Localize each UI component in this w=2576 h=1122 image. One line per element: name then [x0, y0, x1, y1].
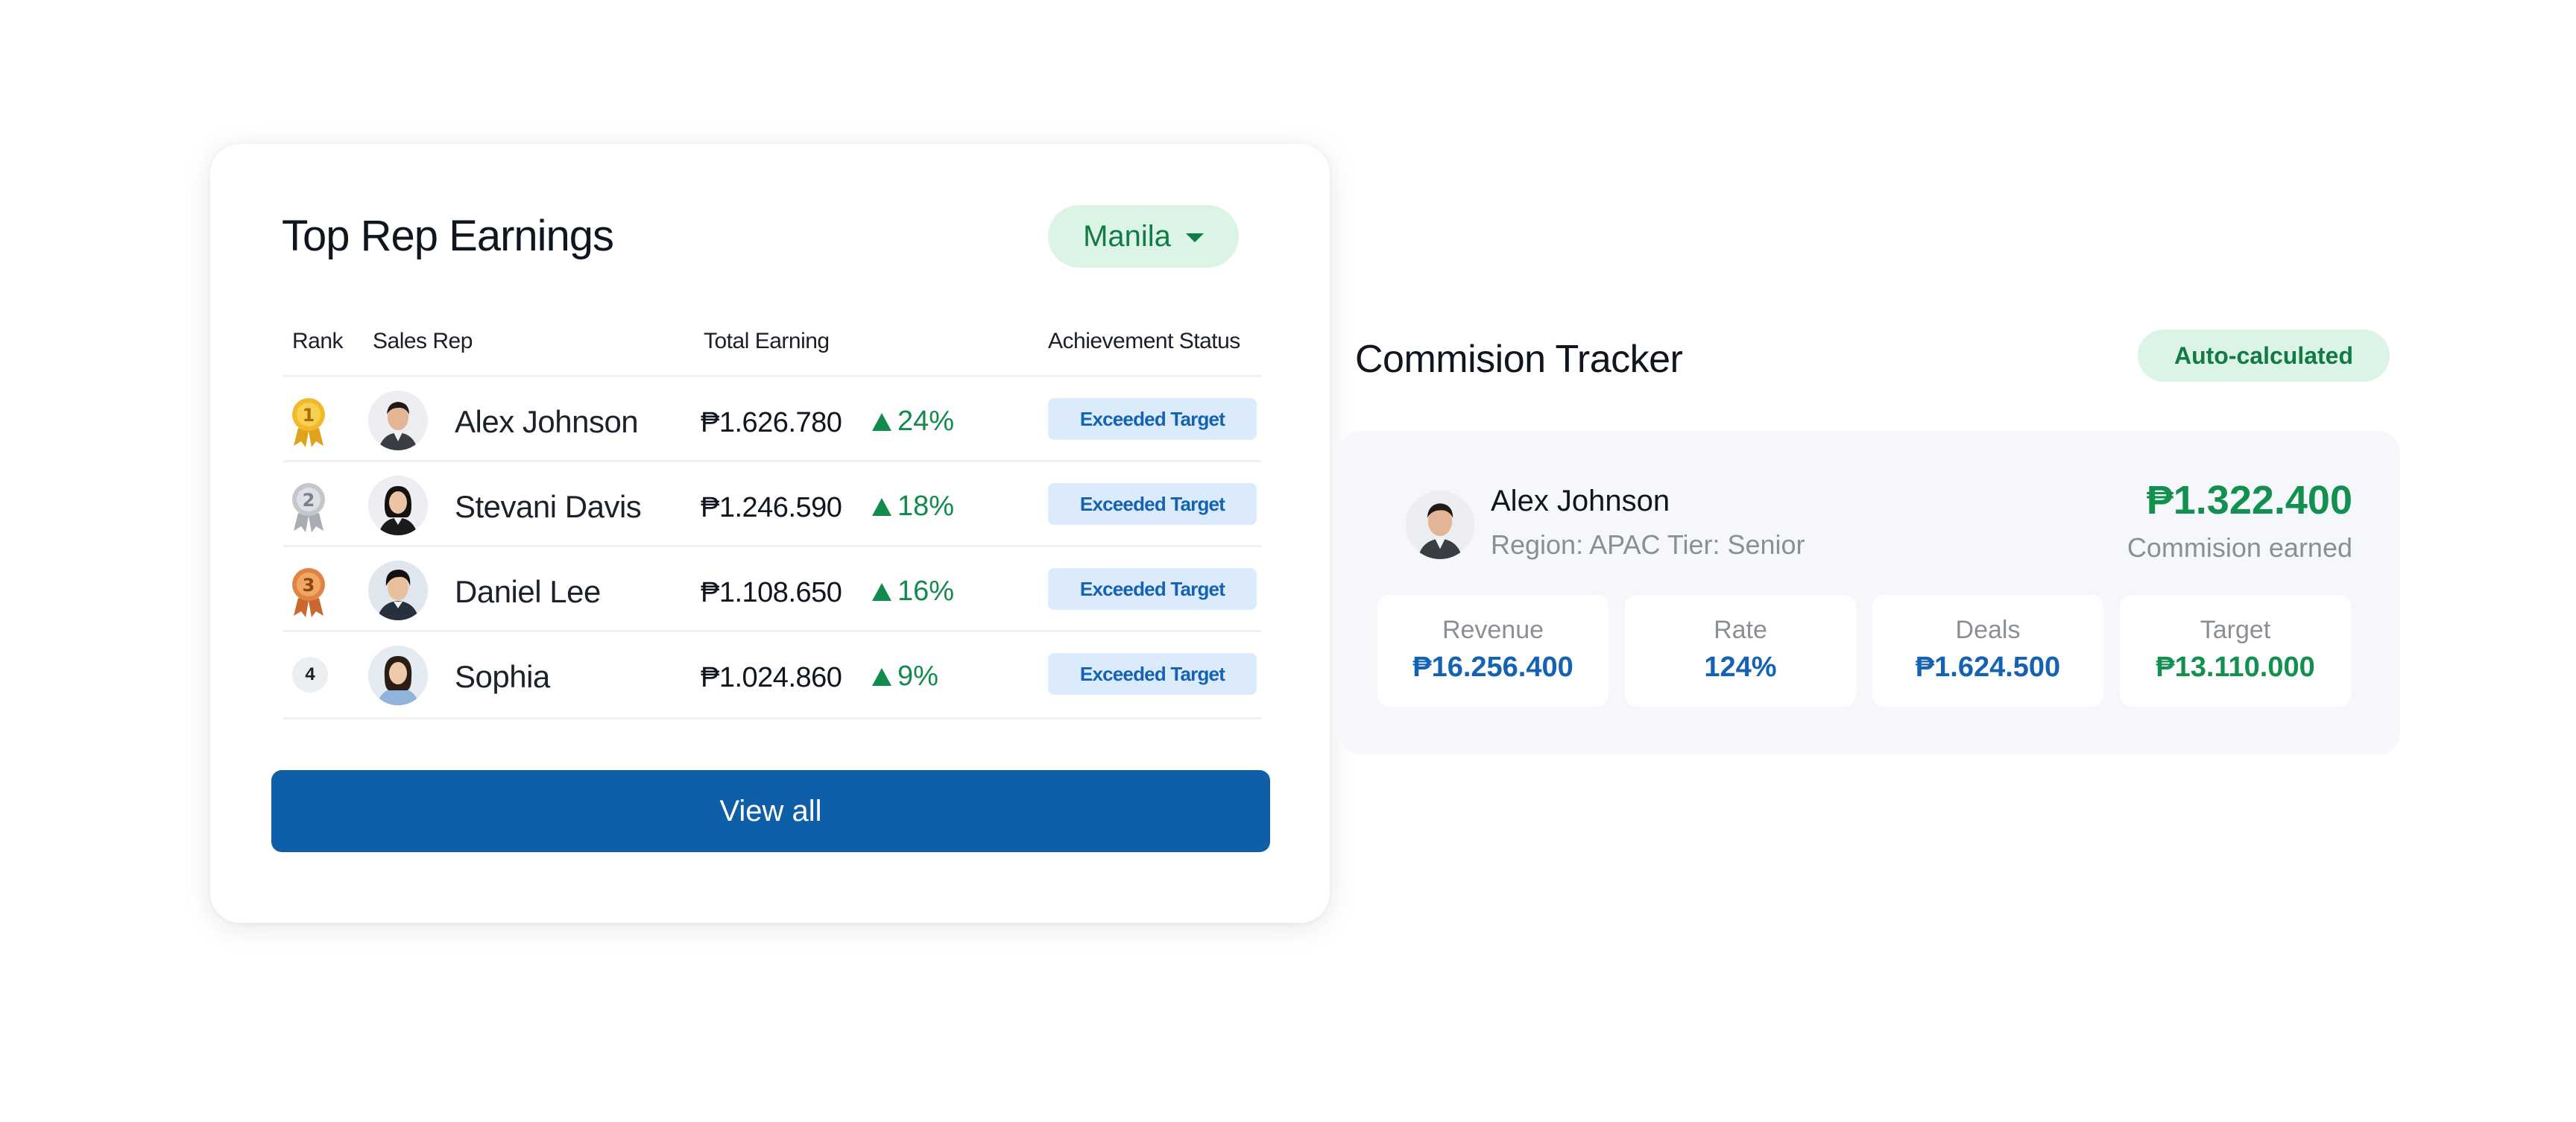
stat-label: Deals: [1955, 616, 2021, 644]
avatar: [368, 476, 428, 535]
table-row[interactable]: 1 Alex Johnson ₱1.626.780 24% Exceeded T…: [283, 375, 1261, 462]
medal-rank-number: 3: [303, 575, 315, 596]
growth-value: 24%: [897, 406, 955, 437]
table-row[interactable]: 2 Stevani Davis ₱1.246.590 18% Exceeded …: [283, 460, 1261, 547]
rep-name: Stevani Davis: [455, 489, 642, 524]
stat-value: ₱1.624.500: [1915, 652, 2061, 683]
growth-indicator: 24%: [872, 406, 954, 438]
stat-label: Revenue: [1442, 616, 1544, 644]
total-earning: ₱1.024.860: [701, 662, 842, 693]
chevron-down-icon: [1185, 233, 1204, 242]
rep-name: Alex Johnson: [455, 404, 639, 439]
status-badge: Exceeded Target: [1048, 398, 1257, 440]
total-earning: ₱1.246.590: [701, 492, 842, 523]
trend-up-icon: [872, 667, 891, 686]
growth-value: 16%: [897, 576, 955, 607]
status-badge: Exceeded Target: [1048, 568, 1257, 610]
gold-medal-icon: 1: [289, 395, 328, 447]
rep-name: Sophia: [455, 659, 550, 694]
commission-tracker-panel: Alex Johnson Region: APAC Tier: Senior ₱…: [1339, 431, 2400, 754]
status-badge: Exceeded Target: [1048, 653, 1257, 695]
avatar: [368, 646, 428, 705]
table-row[interactable]: 3 Daniel Lee ₱1.108.650 16% Exceeded Tar…: [283, 545, 1261, 632]
growth-indicator: 18%: [872, 491, 954, 523]
bronze-medal-icon: 3: [289, 565, 328, 617]
auto-calculated-badge: Auto-calculated: [2138, 330, 2390, 382]
stat-value: ₱13.110.000: [2156, 652, 2315, 683]
medal-rank-number: 2: [303, 490, 315, 511]
top-rep-earnings-card: Top Rep Earnings Manila Rank Sales Rep T…: [210, 144, 1330, 923]
trend-up-icon: [872, 412, 891, 431]
commission-tracker-title: Commision Tracker: [1355, 338, 1683, 381]
stat-card-rate: Rate 124%: [1625, 595, 1856, 707]
rep-region-tier: Region: APAC Tier: Senior: [1491, 529, 1805, 560]
status-badge: Exceeded Target: [1048, 483, 1257, 525]
trend-up-icon: [872, 497, 891, 516]
stat-card-deals: Deals ₱1.624.500: [1872, 595, 2103, 707]
trend-up-icon: [872, 582, 891, 601]
stat-value: ₱16.256.400: [1412, 652, 1573, 683]
medal-rank-number: 1: [303, 405, 315, 426]
column-header-total-earning: Total Earning: [704, 329, 830, 353]
total-earning: ₱1.626.780: [701, 407, 842, 438]
stat-card-revenue: Revenue ₱16.256.400: [1377, 595, 1609, 707]
column-header-achievement-status: Achievement Status: [1048, 329, 1240, 353]
avatar: [368, 391, 428, 450]
growth-indicator: 9%: [872, 661, 938, 693]
table-row[interactable]: 4 Sophia ₱1.024.860 9% Exceeded Target: [283, 630, 1261, 719]
rep-name: Daniel Lee: [455, 574, 601, 609]
growth-value: 18%: [897, 491, 955, 522]
view-all-button[interactable]: View all: [271, 770, 1270, 852]
rank-number: 4: [292, 657, 328, 693]
city-filter-value: Manila: [1083, 219, 1171, 253]
stat-label: Rate: [1714, 616, 1767, 644]
avatar: [1406, 491, 1474, 559]
rep-name: Alex Johnson: [1491, 485, 1670, 517]
card-title: Top Rep Earnings: [282, 212, 614, 260]
avatar: [368, 561, 428, 620]
column-header-sales-rep: Sales Rep: [373, 329, 473, 353]
commission-amount: ₱1.322.400: [2146, 478, 2352, 523]
growth-indicator: 16%: [872, 576, 954, 608]
stat-label: Target: [2200, 616, 2271, 644]
commission-label: Commision earned: [2127, 532, 2352, 563]
column-header-rank: Rank: [292, 329, 344, 353]
stat-value: 124%: [1704, 652, 1777, 683]
total-earning: ₱1.108.650: [701, 577, 842, 608]
growth-value: 9%: [897, 661, 938, 692]
silver-medal-icon: 2: [289, 480, 328, 532]
stat-card-target: Target ₱13.110.000: [2120, 595, 2351, 707]
city-filter-dropdown[interactable]: Manila: [1048, 205, 1239, 268]
